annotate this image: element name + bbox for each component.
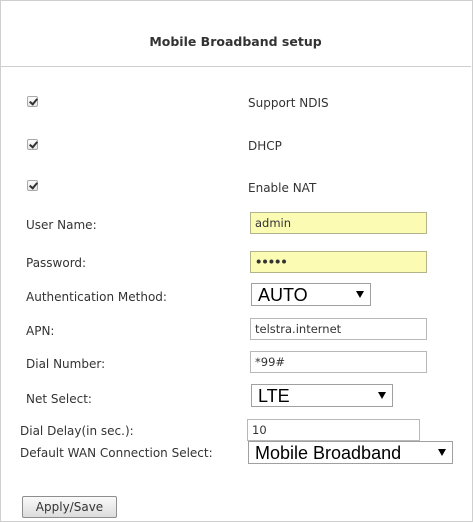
net-select-label: Net Select: bbox=[26, 392, 92, 406]
default-wan-value: Mobile Broadband bbox=[255, 443, 402, 463]
apply-save-button[interactable]: Apply/Save bbox=[22, 496, 117, 518]
auth-method-value: AUTO bbox=[258, 285, 308, 305]
chevron-down-icon bbox=[356, 291, 364, 298]
default-wan-select[interactable]: Mobile Broadband bbox=[248, 441, 453, 464]
auth-method-select[interactable]: AUTO bbox=[251, 283, 371, 306]
user-name-label: User Name: bbox=[26, 218, 97, 232]
enable-nat-checkbox[interactable] bbox=[27, 180, 38, 191]
dhcp-checkbox[interactable] bbox=[27, 139, 38, 150]
dial-number-label: Dial Number: bbox=[26, 357, 106, 371]
net-select-value: LTE bbox=[258, 386, 290, 406]
net-select-dropdown[interactable]: LTE bbox=[251, 384, 393, 407]
password-input[interactable]: ••••• bbox=[250, 251, 427, 273]
page-title: Mobile Broadband setup bbox=[149, 34, 322, 49]
dhcp-label: DHCP bbox=[248, 139, 282, 153]
support-ndis-label: Support NDIS bbox=[248, 96, 329, 110]
support-ndis-checkbox[interactable] bbox=[27, 96, 38, 107]
default-wan-label: Default WAN Connection Select: bbox=[20, 446, 213, 460]
apn-label: APN: bbox=[26, 324, 55, 338]
dial-number-input[interactable]: *99# bbox=[250, 351, 427, 373]
apn-input[interactable]: telstra.internet bbox=[250, 318, 427, 340]
user-name-input[interactable]: admin bbox=[250, 212, 427, 234]
panel-header: Mobile Broadband setup bbox=[0, 0, 471, 67]
chevron-down-icon bbox=[378, 392, 386, 399]
auth-method-label: Authentication Method: bbox=[26, 290, 167, 304]
dial-delay-label: Dial Delay(in sec.): bbox=[20, 424, 134, 438]
password-label: Password: bbox=[26, 256, 87, 270]
chevron-down-icon bbox=[438, 449, 446, 456]
dial-delay-input[interactable]: 10 bbox=[247, 419, 420, 441]
enable-nat-label: Enable NAT bbox=[248, 181, 317, 195]
